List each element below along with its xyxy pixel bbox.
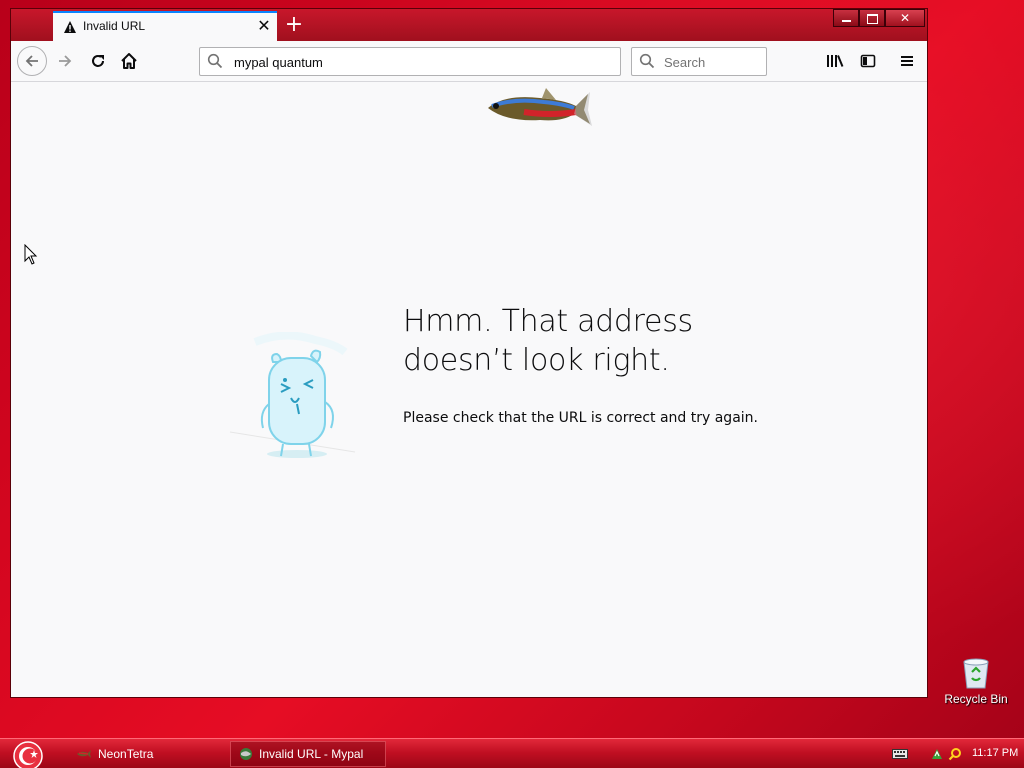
- error-title-line2: doesn’t look right.: [403, 343, 670, 378]
- tab-title: Invalid URL: [83, 19, 146, 33]
- library-icon: [827, 55, 844, 67]
- sidebar-icon: [860, 54, 876, 68]
- url-bar[interactable]: [199, 47, 621, 76]
- new-tab-button[interactable]: +: [281, 13, 307, 39]
- url-input[interactable]: [232, 51, 616, 73]
- reload-button[interactable]: [84, 47, 112, 75]
- mypal-icon: [240, 748, 252, 760]
- taskbar-item-label: NeonTetra: [98, 747, 154, 761]
- search-input[interactable]: [662, 51, 766, 73]
- title-bar: Invalid URL ✕ + ✕: [11, 9, 927, 41]
- recycle-bin-icon: [963, 658, 989, 689]
- taskbar: NeonTetra Invalid URL - Mypal 11:17 PM: [0, 738, 1024, 768]
- home-icon: [121, 53, 137, 69]
- search-tray-icon[interactable]: [948, 747, 962, 761]
- reload-icon: [92, 55, 104, 67]
- error-description: Please check that the URL is correct and…: [403, 410, 758, 426]
- keyboard-icon[interactable]: [892, 748, 908, 760]
- home-button[interactable]: [115, 47, 143, 75]
- taskbar-item-mypal[interactable]: Invalid URL - Mypal: [230, 741, 386, 767]
- close-window-button[interactable]: ✕: [885, 9, 925, 27]
- error-title-line1: Hmm. That address: [403, 304, 693, 339]
- system-tray: 11:17 PM: [888, 741, 1024, 767]
- start-orb-icon: [13, 741, 43, 768]
- start-button[interactable]: [10, 740, 46, 768]
- search-bar[interactable]: [631, 47, 767, 76]
- neon-tetra-fish[interactable]: [484, 86, 592, 134]
- mouse-cursor-icon: [24, 244, 38, 265]
- clock[interactable]: 11:17 PM: [972, 747, 1018, 759]
- arrow-left-icon: [25, 55, 38, 67]
- taskbar-item-label: Invalid URL - Mypal: [259, 747, 364, 761]
- error-title: Hmm. That address doesn’t look right.: [403, 302, 823, 380]
- back-button[interactable]: [17, 46, 47, 76]
- recycle-bin[interactable]: Recycle Bin: [940, 656, 1012, 716]
- error-mascot-illustration: [229, 332, 356, 458]
- search-icon: [207, 53, 223, 69]
- close-tab-icon[interactable]: ✕: [255, 17, 273, 35]
- recycle-bin-label: Recycle Bin: [944, 692, 1008, 706]
- fish-icon: [77, 750, 91, 758]
- minimize-button[interactable]: [833, 9, 859, 27]
- forward-button[interactable]: [51, 47, 79, 75]
- search-icon: [639, 53, 655, 69]
- browser-window: Invalid URL ✕ + ✕ mypal quantum Search H…: [10, 8, 928, 698]
- page-content: Hmm. That address doesn’t look right. Pl…: [11, 82, 927, 697]
- menu-button[interactable]: [893, 47, 921, 75]
- library-button[interactable]: [821, 47, 849, 75]
- tab-invalid-url[interactable]: Invalid URL ✕: [53, 11, 277, 41]
- arrow-right-icon: [59, 55, 72, 67]
- hamburger-menu-icon: [901, 56, 913, 66]
- warning-icon: [64, 21, 76, 33]
- taskbar-item-neontetra[interactable]: NeonTetra: [76, 741, 226, 767]
- network-icon[interactable]: [930, 747, 944, 761]
- nav-toolbar: [11, 41, 927, 82]
- sidebar-button[interactable]: [854, 47, 882, 75]
- maximize-button[interactable]: [859, 9, 885, 27]
